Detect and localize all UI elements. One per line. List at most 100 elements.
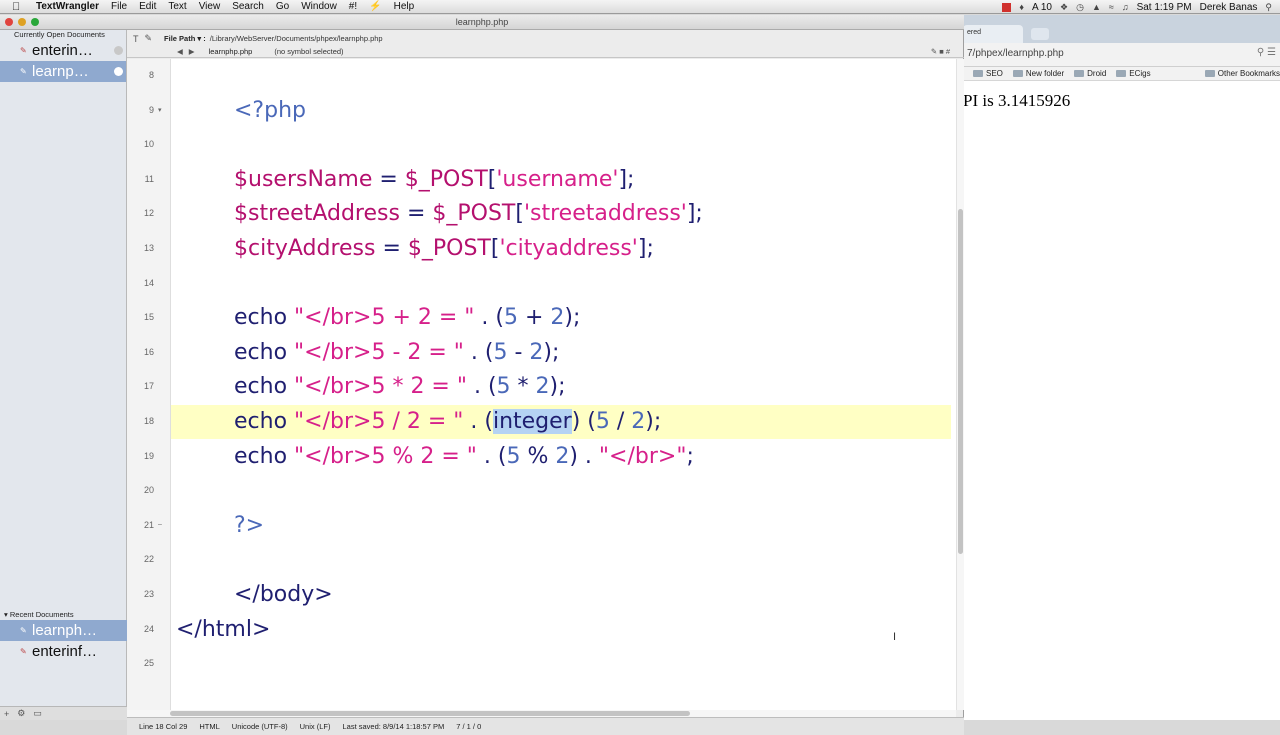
browser-tab[interactable]: ered [963, 25, 1023, 43]
recording-icon[interactable] [1002, 2, 1012, 12]
line-endings-popup[interactable]: Unix (LF) [300, 722, 331, 731]
file-path-bar: T ✎ File Path ▾ : /Library/WebServer/Doc… [127, 32, 964, 45]
menu-search[interactable]: Search [232, 1, 264, 12]
gear-icon[interactable]: ⚙ [17, 708, 25, 719]
code-line[interactable]: </body> [176, 578, 956, 612]
bell-icon[interactable]: ♦ [1019, 2, 1024, 12]
code-line[interactable] [176, 59, 956, 93]
search-icon[interactable]: ⚲ ☰ [1257, 47, 1276, 58]
code-line[interactable]: $cityAddress = $_POST['cityaddress']; [176, 232, 956, 266]
encoding-popup[interactable]: Unicode (UTF-8) [232, 722, 288, 731]
bookmark-label: Other Bookmarks [1217, 69, 1280, 78]
folder-icon [1012, 70, 1023, 77]
code-line[interactable]: </html> [176, 613, 956, 647]
open-doc-label: enterin… [32, 42, 93, 59]
wifi-icon[interactable]: ≈ [1109, 2, 1114, 12]
line-number: 18 [143, 416, 154, 426]
open-doc-item-selected[interactable]: ✎ learnp… [0, 61, 126, 82]
language-popup[interactable]: HTML [199, 722, 219, 731]
file-menu-popup[interactable]: learnphp.php [209, 47, 253, 56]
line-number: 24 [143, 623, 154, 634]
battery-count[interactable]: A 10 [1032, 2, 1052, 13]
line-number: 10 [143, 139, 154, 150]
code-line[interactable]: echo "</br>5 - 2 = " . (5 - 2); [176, 336, 956, 370]
menu-edit[interactable]: Edit [139, 1, 156, 12]
bookmark-seo[interactable]: SEO [973, 69, 1003, 78]
vertical-scrollbar[interactable] [956, 59, 964, 710]
recent-documents-header: ▾ Recent Documents [0, 610, 127, 620]
close-doc-icon[interactable] [114, 46, 123, 55]
text-tool-icon[interactable]: T [133, 34, 139, 44]
fold-toggle-icon[interactable]: – [158, 521, 162, 528]
recent-doc-item[interactable]: ✎ enterinf… [0, 641, 127, 662]
bookmark-ecigs[interactable]: ECigs [1116, 69, 1151, 78]
scroll-thumb[interactable] [958, 209, 963, 554]
symbol-popup[interactable]: (no symbol selected) [274, 47, 343, 56]
forward-arrow-icon[interactable]: ▶ [189, 47, 195, 56]
bookmark-label: Droid [1087, 69, 1107, 78]
bookmark-new-folder[interactable]: New folder [1012, 69, 1064, 78]
line-number: 15 [143, 312, 154, 323]
menu-file[interactable]: File [111, 1, 127, 12]
documents-sidebar: Currently Open Documents ✎ enterin… ✎ le… [0, 30, 127, 720]
eject-icon[interactable]: ▲ [1092, 2, 1101, 12]
code-line[interactable]: ?> [176, 509, 956, 543]
menu-window[interactable]: Window [301, 1, 337, 12]
browser-urlbar[interactable]: 7/phpex/learnphp.php ⚲ ☰ [963, 43, 1280, 67]
scroll-thumb[interactable] [170, 711, 690, 716]
code-editor[interactable]: 8 9 ▾ 10 11 12 13 14 15 16 17 18 19 20 21– 22 23 24 25 <?p… [127, 59, 956, 710]
app-name-menu[interactable]: TextWrangler [36, 1, 99, 12]
code-line[interactable] [176, 267, 956, 301]
disclosure-triangle-icon[interactable]: ▾ [4, 610, 8, 619]
code-line[interactable]: <?php [176, 94, 956, 128]
code-line[interactable] [176, 543, 956, 577]
close-doc-icon[interactable] [114, 67, 123, 76]
menu-text[interactable]: Text [168, 1, 186, 12]
line-number: 17 [143, 381, 154, 392]
clock[interactable]: Sat 1:19 PM [1137, 2, 1192, 13]
bookmark-droid[interactable]: Droid [1074, 69, 1106, 78]
dropbox-icon[interactable]: ❖ [1060, 2, 1068, 13]
battery-count-label: 10 [1040, 1, 1052, 13]
menu-view[interactable]: View [199, 1, 221, 12]
code-line[interactable]: echo "</br>5 + 2 = " . (5 + 2); [176, 301, 956, 335]
document-icon: ✎ [20, 647, 27, 656]
code-line[interactable] [176, 474, 956, 508]
horizontal-scrollbar[interactable] [127, 710, 956, 717]
code-line[interactable]: echo "</br>5 % 2 = " . (5 % 2) . "</br>"… [176, 440, 956, 474]
menu-shebang[interactable]: #! [349, 1, 357, 12]
code-line[interactable] [176, 128, 956, 162]
bookmarks-bar: SEO New folder Droid ECigs Other Bookmar… [963, 67, 1280, 81]
file-path-menu[interactable]: File Path ▾ : [164, 34, 206, 43]
script-icon[interactable]: ⚡ [369, 1, 381, 12]
code-line[interactable]: $usersName = $_POST['username']; [176, 163, 956, 197]
code-line[interactable]: echo "</br>5 * 2 = " . (5 * 2); [176, 370, 956, 404]
sidebar-toggle-icon[interactable]: ▭ [33, 708, 42, 719]
apple-menu-icon[interactable]:  [12, 1, 26, 13]
cursor-position[interactable]: Line 18 Col 29 [139, 722, 187, 731]
time-machine-icon[interactable]: ◷ [1076, 2, 1084, 13]
line-number: 16 [143, 346, 154, 357]
recent-documents: ▾ Recent Documents ✎ learnph… ✎ enterinf… [0, 610, 127, 662]
menu-go[interactable]: Go [276, 1, 289, 12]
add-icon[interactable]: + [4, 709, 9, 719]
text-cursor-icon: I [893, 631, 897, 643]
url-text[interactable]: 7/phpex/learnphp.php [967, 48, 1064, 59]
toolbar-options-icon[interactable]: ✎ ■ # [931, 47, 950, 56]
code-line[interactable]: $streetAddress = $_POST['streetaddress']… [176, 197, 956, 231]
line-number: 11 [144, 173, 154, 184]
spotlight-icon[interactable]: ⚲ [1265, 2, 1272, 13]
new-tab-button[interactable] [1031, 28, 1049, 40]
code-line[interactable] [176, 647, 956, 681]
code-line-current[interactable]: echo "</br>5 / 2 = " . (integer) (5 / 2)… [171, 405, 951, 439]
volume-icon[interactable]: ♫ [1122, 2, 1129, 12]
folder-icon [1074, 70, 1085, 77]
open-doc-item[interactable]: ✎ enterin… [0, 40, 126, 61]
menu-help[interactable]: Help [394, 1, 415, 12]
user-name[interactable]: Derek Banas [1200, 2, 1258, 13]
recent-doc-item-selected[interactable]: ✎ learnph… [0, 620, 127, 641]
fold-toggle-icon[interactable]: ▾ [158, 106, 162, 114]
back-arrow-icon[interactable]: ◀ [177, 47, 183, 56]
pen-icon[interactable]: ✎ [145, 33, 153, 44]
other-bookmarks[interactable]: Other Bookmarks [1204, 69, 1280, 78]
